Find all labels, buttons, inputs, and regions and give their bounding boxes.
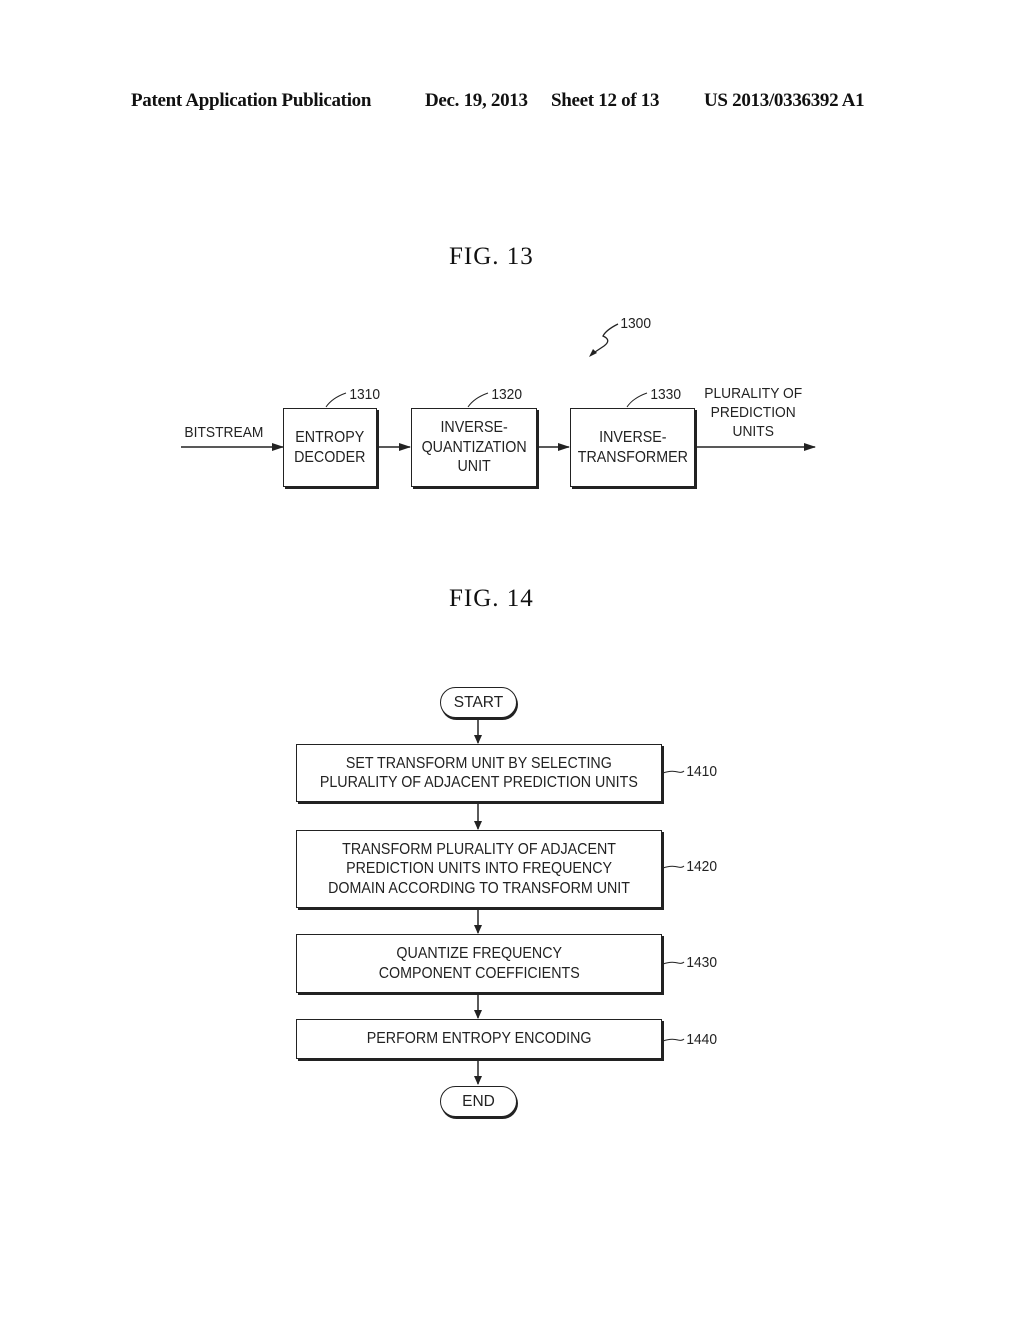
ref-1320: 1320: [491, 386, 523, 403]
step-1410: SET TRANSFORM UNIT BY SELECTING PLURALIT…: [296, 744, 662, 802]
leader-1330: [626, 392, 648, 408]
block-inverse-quantization-unit: INVERSE- QUANTIZATION UNIT: [411, 408, 537, 487]
terminal-label: START: [453, 693, 504, 711]
ref-1300: 1300: [620, 315, 652, 332]
leader-1310: [325, 392, 347, 408]
block-inverse-transformer: INVERSE- TRANSFORMER: [570, 408, 695, 487]
ref-1310: 1310: [349, 386, 381, 403]
step-1430: QUANTIZE FREQUENCY COMPONENT COEFFICIENT…: [296, 934, 662, 993]
ref-1430: 1430: [686, 954, 718, 971]
leader-1300: [591, 323, 619, 355]
terminal-end: END: [440, 1086, 517, 1117]
fig14-title: FIG. 14: [449, 585, 534, 612]
ref-1440: 1440: [686, 1031, 718, 1048]
leader-1320: [467, 392, 489, 408]
leader-1430: [662, 961, 685, 965]
block-entropy-decoder: ENTROPY DECODER: [283, 408, 377, 487]
ref-1420: 1420: [686, 858, 718, 875]
terminal-label: END: [462, 1092, 495, 1110]
input-label-bitstream: BITSTREAM: [184, 424, 264, 441]
output-label: PLURALITY OF PREDICTION UNITS: [704, 385, 803, 440]
leader-1440: [662, 1038, 685, 1042]
ref-1330: 1330: [650, 386, 682, 403]
ref-1410: 1410: [686, 763, 718, 780]
step-label: TRANSFORM PLURALITY OF ADJACENT PREDICTI…: [328, 840, 630, 897]
step-label: PERFORM ENTROPY ENCODING: [366, 1030, 592, 1048]
step-1440: PERFORM ENTROPY ENCODING: [296, 1019, 662, 1059]
block-label: INVERSE- QUANTIZATION UNIT: [421, 419, 527, 476]
step-label: QUANTIZE FREQUENCY COMPONENT COEFFICIENT…: [378, 945, 580, 982]
block-label: ENTROPY DECODER: [294, 429, 366, 466]
connector-lines: [181, 323, 816, 1085]
leader-1410: [662, 770, 685, 774]
step-label: SET TRANSFORM UNIT BY SELECTING PLURALIT…: [319, 754, 639, 792]
block-label: INVERSE- TRANSFORMER: [577, 429, 688, 466]
terminal-start: START: [440, 687, 517, 718]
leader-1420: [662, 865, 685, 869]
step-1420: TRANSFORM PLURALITY OF ADJACENT PREDICTI…: [296, 830, 662, 908]
